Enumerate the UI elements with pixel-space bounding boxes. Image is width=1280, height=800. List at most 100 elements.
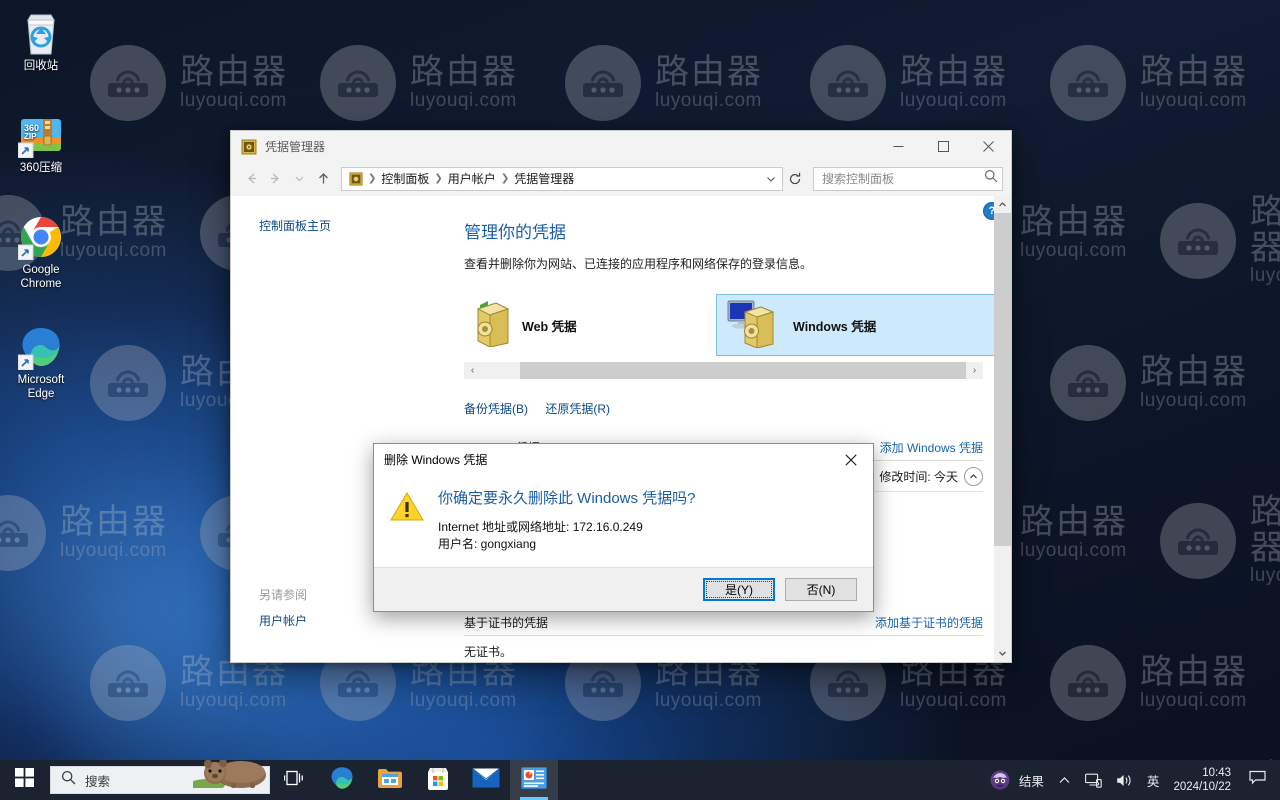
watermark-en: luyouqi.com bbox=[1020, 239, 1127, 261]
dialog-footer: 是(Y) 否(N) bbox=[374, 567, 873, 611]
taskbar-item-file-explorer[interactable] bbox=[366, 760, 414, 800]
purple-monster-icon bbox=[989, 769, 1011, 791]
recent-locations-chevron-down-icon[interactable] bbox=[287, 167, 311, 191]
watermark-cn: 路由器 bbox=[900, 53, 1008, 92]
scroll-right-arrow-icon[interactable]: › bbox=[966, 362, 983, 379]
breadcrumb-credential-manager[interactable]: 凭据管理器 bbox=[511, 170, 577, 187]
close-button[interactable] bbox=[966, 131, 1011, 162]
taskbar-search-box[interactable]: 搜索 bbox=[50, 758, 270, 794]
tray-ime-indicator[interactable]: 英 bbox=[1141, 760, 1166, 800]
up-arrow-icon[interactable] bbox=[311, 167, 335, 191]
backup-credentials-link[interactable]: 备份凭据(B) bbox=[464, 402, 528, 416]
tray-chevron-up-icon[interactable] bbox=[1052, 760, 1077, 800]
add-windows-credential-link[interactable]: 添加 Windows 凭据 bbox=[880, 439, 983, 456]
tray-clock[interactable]: 10:43 2024/10/22 bbox=[1167, 766, 1239, 794]
tiles-horizontal-scrollbar[interactable]: ‹ › bbox=[464, 362, 983, 379]
windows-credential-icon bbox=[727, 298, 785, 353]
clock-date: 2024/10/22 bbox=[1173, 781, 1231, 793]
dialog-question: 你确定要永久删除此 Windows 凭据吗? bbox=[438, 490, 696, 507]
breadcrumb-separator: ❯ bbox=[500, 173, 510, 184]
watermark-cn: 路由器 bbox=[1140, 53, 1248, 92]
tray-volume-icon[interactable] bbox=[1110, 760, 1139, 800]
add-certificate-credential-link[interactable]: 添加基于证书的凭据 bbox=[875, 614, 983, 631]
breadcrumb-control-panel[interactable]: 控制面板 bbox=[378, 170, 432, 187]
watermark-en: luyouqi.com bbox=[1140, 689, 1247, 711]
dialog-body: 你确定要永久删除此 Windows 凭据吗? Internet 地址或网络地址:… bbox=[374, 475, 873, 567]
minimize-button[interactable] bbox=[876, 131, 921, 162]
dialog-detail-username: 用户名: gongxiang bbox=[438, 537, 537, 551]
windows-start-icon bbox=[14, 768, 34, 792]
scroll-down-arrow-icon[interactable] bbox=[994, 645, 1011, 662]
breadcrumb-separator: ❯ bbox=[368, 173, 377, 184]
scrollbar-thumb[interactable] bbox=[519, 362, 966, 379]
taskbar-item-mail[interactable] bbox=[462, 760, 510, 800]
no-button[interactable]: 否(N) bbox=[785, 578, 857, 601]
sidebar-item-control-panel-home[interactable]: 控制面板主页 bbox=[231, 214, 446, 237]
router-icon bbox=[1050, 345, 1126, 421]
taskbar-item-microsoft-store[interactable] bbox=[414, 760, 462, 800]
desktop-icon-recycle-bin[interactable]: 回收站 bbox=[4, 6, 78, 73]
mail-icon bbox=[472, 767, 500, 794]
restore-credentials-link[interactable]: 还原凭据(R) bbox=[545, 402, 610, 416]
clock-time: 10:43 bbox=[1202, 767, 1231, 779]
desktop-icon-chrome[interactable]: Google Chrome bbox=[4, 210, 78, 291]
start-button[interactable] bbox=[0, 760, 48, 800]
page-subtitle: 查看并删除你为网站、已连接的应用程序和网络保存的登录信息。 bbox=[464, 257, 813, 271]
edge-icon bbox=[329, 765, 355, 796]
chevron-up-circle-icon[interactable] bbox=[964, 467, 983, 486]
taskbar-item-credential-manager[interactable] bbox=[510, 760, 558, 800]
credential-row-meta: 修改时间: 今天 bbox=[879, 467, 983, 486]
watermark-cn: 路由器 bbox=[1140, 653, 1248, 692]
search-input[interactable]: 搜索控制面板 bbox=[813, 166, 1003, 191]
tray-network-icon[interactable] bbox=[1079, 760, 1108, 800]
scroll-left-arrow-icon[interactable]: ‹ bbox=[464, 362, 481, 379]
watermark-en: luyouqi.com bbox=[900, 689, 1007, 711]
maximize-button[interactable] bbox=[921, 131, 966, 162]
router-icon bbox=[1050, 45, 1126, 121]
taskbar-item-task-view[interactable] bbox=[270, 760, 318, 800]
wallpaper-watermark: 路由器luyouqi.com bbox=[1050, 645, 1248, 721]
taskbar-item-edge[interactable] bbox=[318, 760, 366, 800]
desktop-icon-label: 回收站 bbox=[23, 60, 59, 72]
credential-modified-text: 修改时间: 今天 bbox=[879, 470, 958, 484]
watermark-en: luyouqi.com bbox=[1250, 565, 1280, 587]
watermark-en: luyouqi.com bbox=[1020, 539, 1127, 561]
breadcrumb-separator: ❯ bbox=[434, 173, 443, 184]
task-view-icon bbox=[283, 769, 304, 792]
content-vertical-scrollbar[interactable] bbox=[994, 196, 1011, 662]
breadcrumb-user-accounts[interactable]: 用户帐户 bbox=[445, 170, 499, 187]
watermark-en: luyouqi.com bbox=[1140, 89, 1247, 111]
notification-bell-icon[interactable] bbox=[1241, 770, 1274, 791]
taskbar[interactable]: 搜索 结果 英 10:43 2024/10/22 bbox=[0, 758, 1280, 800]
desktop-icon-360zip[interactable]: 360 ZIP 360压缩 bbox=[4, 108, 78, 175]
refresh-icon[interactable] bbox=[783, 167, 807, 191]
tile-windows-credentials[interactable]: Windows 凭据 bbox=[716, 294, 999, 356]
watermark-en: luyouqi.com bbox=[410, 89, 517, 111]
dialog-close-icon[interactable] bbox=[828, 444, 873, 475]
scrollbar-track[interactable] bbox=[481, 362, 966, 379]
microsoft-store-icon bbox=[426, 765, 450, 796]
sidebar-item-user-accounts[interactable]: 用户帐户 bbox=[231, 609, 446, 632]
svg-text:ZIP: ZIP bbox=[24, 132, 37, 141]
scroll-up-arrow-icon[interactable] bbox=[994, 196, 1011, 213]
taskbar-search-placeholder: 搜索 bbox=[85, 774, 111, 789]
scrollbar-track[interactable] bbox=[994, 213, 1011, 645]
address-dropdown-chevron-down-icon[interactable] bbox=[762, 173, 780, 185]
tray-results-item[interactable]: 结果 bbox=[983, 760, 1050, 800]
forward-arrow-icon[interactable] bbox=[263, 167, 287, 191]
desktop-icon-edge[interactable]: Microsoft Edge bbox=[4, 320, 78, 401]
page-title: 管理你的凭据 bbox=[464, 223, 566, 242]
address-bar-icon bbox=[346, 171, 366, 186]
file-explorer-icon bbox=[377, 766, 403, 795]
delete-credential-dialog[interactable]: 删除 Windows 凭据 你确定要永久删除此 Windows 凭据吗? Int… bbox=[373, 443, 874, 612]
router-icon bbox=[90, 45, 166, 121]
address-bar[interactable]: ❯ 控制面板 ❯ 用户帐户 ❯ 凭据管理器 bbox=[341, 166, 783, 191]
wombat-icon bbox=[189, 758, 273, 793]
tile-web-credentials[interactable]: Web 凭据 bbox=[464, 294, 716, 356]
recycle-bin-icon bbox=[4, 6, 78, 56]
back-arrow-icon[interactable] bbox=[239, 167, 263, 191]
watermark-cn: 路由器 bbox=[1140, 353, 1248, 392]
scrollbar-thumb[interactable] bbox=[994, 213, 1011, 546]
router-icon bbox=[90, 345, 166, 421]
yes-button[interactable]: 是(Y) bbox=[703, 578, 775, 601]
